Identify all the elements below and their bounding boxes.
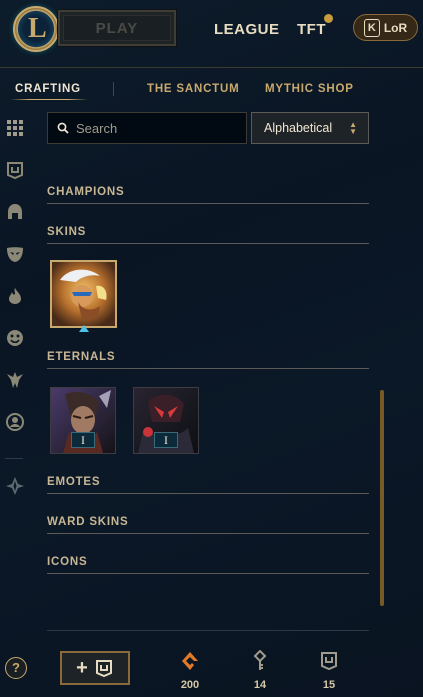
chest-icon — [321, 652, 337, 671]
league-logo-letter: L — [28, 13, 47, 44]
emote-face-icon[interactable] — [5, 328, 25, 348]
grid-icon[interactable] — [5, 118, 25, 138]
chest-icon[interactable] — [5, 160, 25, 180]
key-fragment-icon — [253, 650, 267, 670]
active-tab-underline — [10, 99, 88, 100]
search-input[interactable] — [76, 120, 236, 136]
helmet-icon[interactable] — [5, 202, 25, 222]
search-icon — [57, 122, 69, 134]
nav-league[interactable]: LEAGUE — [214, 21, 280, 38]
tab-crafting[interactable]: CRAFTING — [15, 83, 81, 95]
section-emotes[interactable]: EMOTES — [47, 476, 369, 494]
sub-tabs: CRAFTING THE SANCTUM MYTHIC SHOP — [0, 78, 423, 104]
category-sidebar — [0, 110, 30, 510]
lor-label: LoR — [383, 20, 408, 35]
sort-arrows-icon: ▲ ▼ — [349, 120, 357, 136]
nav-tft[interactable]: TFT — [297, 21, 326, 38]
sort-dropdown-value: Alphabetical — [264, 121, 333, 135]
lor-badge-icon: K — [363, 18, 380, 37]
flame-icon[interactable] — [5, 286, 25, 306]
currency-key-fragments: 14 — [240, 646, 280, 692]
skin-portrait — [52, 262, 115, 326]
skin-tile[interactable] — [50, 260, 117, 328]
ward-icon[interactable] — [5, 370, 25, 390]
section-champions[interactable]: CHAMPIONS — [47, 186, 369, 204]
eternal-tile[interactable]: I — [50, 387, 116, 454]
mask-icon[interactable] — [5, 244, 25, 264]
search-field[interactable] — [47, 112, 247, 144]
tab-divider — [113, 82, 114, 96]
top-navigation-bar: L PLAY LEAGUE TFT K LoR — [0, 0, 423, 68]
section-eternals[interactable]: ETERNALS — [47, 351, 369, 369]
mythic-icon[interactable] — [5, 476, 25, 496]
help-button[interactable]: ? — [5, 657, 27, 679]
sidebar-divider — [5, 458, 23, 459]
eternal-rank-badge: I — [71, 432, 95, 448]
play-button-label: PLAY — [63, 15, 171, 41]
orange-essence-amount: 200 — [180, 679, 200, 691]
chest-amount: 15 — [322, 679, 336, 691]
eternal-tile[interactable]: I — [133, 387, 199, 454]
league-logo-icon[interactable]: L — [13, 6, 59, 52]
lor-button[interactable]: K LoR — [353, 14, 418, 41]
eternal-rank-badge: I — [154, 432, 178, 448]
tab-the-sanctum[interactable]: THE SANCTUM — [147, 83, 240, 95]
owned-marker-icon — [79, 325, 89, 332]
profile-icon[interactable] — [5, 412, 25, 432]
bottom-divider — [47, 630, 369, 631]
tab-mythic-shop[interactable]: MYTHIC SHOP — [265, 83, 354, 95]
tft-notification-dot — [324, 14, 333, 23]
scrollbar-thumb[interactable] — [380, 390, 384, 606]
orange-essence-icon — [182, 652, 198, 670]
section-ward-skins[interactable]: WARD SKINS — [47, 516, 369, 534]
key-fragment-amount: 14 — [253, 679, 267, 691]
currency-orange-essence: 200 — [170, 646, 210, 692]
chest-icon — [95, 660, 112, 678]
plus-icon: + — [76, 657, 88, 679]
add-chest-button[interactable]: + — [60, 651, 130, 685]
section-skins[interactable]: SKINS — [47, 226, 369, 244]
play-button[interactable]: PLAY — [57, 9, 177, 47]
section-icons[interactable]: ICONS — [47, 556, 369, 574]
currency-chests: 15 — [309, 646, 349, 692]
sort-dropdown[interactable]: Alphabetical ▲ ▼ — [251, 112, 369, 144]
